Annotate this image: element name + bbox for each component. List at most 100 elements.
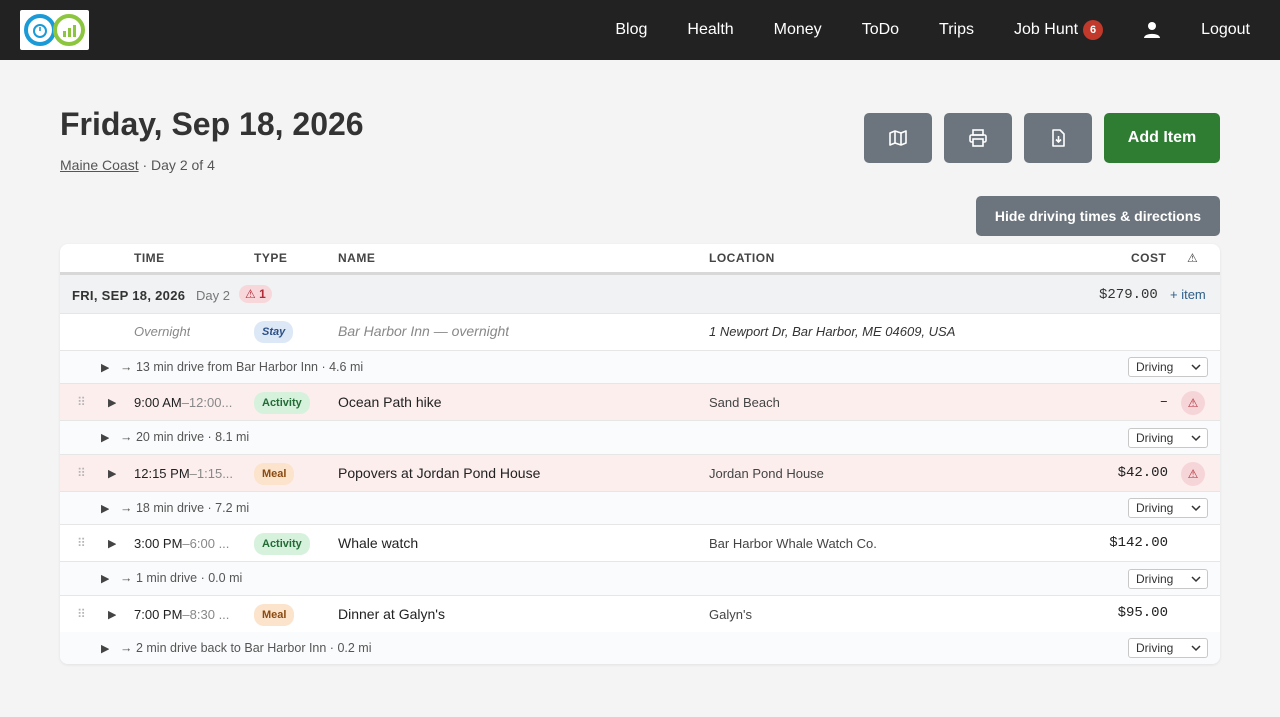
- itinerary-item-row[interactable]: ⠿ ▶ 9:00 AM–12:00... Activity Ocean Path…: [60, 384, 1220, 421]
- itinerary-item-row[interactable]: ⠿ ▶ 3:00 PM–6:00 ... Activity Whale watc…: [60, 525, 1220, 562]
- page-title: Friday, Sep 18, 2026: [60, 106, 364, 142]
- col-warning: ⚠: [1187, 251, 1199, 265]
- drive-summary: → 2 min drive back to Bar Harbor Inn · 0…: [120, 641, 372, 655]
- drive-row: ▶ → 2 min drive back to Bar Harbor Inn ·…: [60, 632, 1220, 664]
- nav-job-hunt-label: Job Hunt: [1014, 21, 1079, 38]
- itinerary-item-row[interactable]: ⠿ ▶ 12:15 PM–1:15... Meal Popovers at Jo…: [60, 455, 1220, 492]
- col-cost: COST: [1131, 251, 1167, 265]
- col-location: LOCATION: [709, 251, 775, 265]
- expand-item-icon[interactable]: ▶: [108, 467, 116, 480]
- chevron-down-icon: [1191, 645, 1201, 652]
- drive-summary: → 13 min drive from Bar Harbor Inn · 4.6…: [120, 360, 364, 374]
- drive-summary: → 20 min drive · 8.1 mi: [120, 430, 250, 444]
- travel-mode-select[interactable]: Driving: [1128, 498, 1208, 518]
- expand-directions-icon[interactable]: ▶: [101, 431, 109, 444]
- expand-directions-icon[interactable]: ▶: [101, 361, 109, 374]
- job-hunt-count-badge: 6: [1083, 20, 1104, 40]
- overnight-name: Bar Harbor Inn — overnight: [338, 323, 510, 339]
- nav-todo[interactable]: ToDo: [862, 21, 899, 39]
- travel-mode-value: Driving: [1136, 431, 1174, 445]
- itinerary-item-row[interactable]: ⠿ ▶ 7:00 PM–8:30 ... Meal Dinner at Galy…: [60, 596, 1220, 632]
- map-icon: [889, 130, 907, 146]
- drag-handle-icon[interactable]: ⠿: [77, 395, 85, 409]
- overnight-row: Overnight Stay Bar Harbor Inn — overnigh…: [60, 314, 1220, 351]
- nav-money[interactable]: Money: [774, 21, 822, 39]
- item-cost: $95.00: [1117, 605, 1168, 621]
- app-logo[interactable]: [20, 10, 89, 50]
- drag-handle-icon[interactable]: ⠿: [77, 607, 85, 621]
- file-download-icon: [1052, 129, 1065, 147]
- drag-handle-icon[interactable]: ⠿: [77, 466, 85, 480]
- item-location: Jordan Pond House: [709, 466, 824, 481]
- day-row: FRI, SEP 18, 2026 Day 2 ⚠ 1 $279.00 + it…: [60, 275, 1220, 314]
- export-button[interactable]: [1024, 113, 1092, 163]
- item-name[interactable]: Whale watch: [338, 535, 418, 551]
- day-of-trip: · Day 2 of 4: [138, 157, 215, 173]
- add-item-button[interactable]: Add Item: [1104, 113, 1220, 163]
- item-cost: $142.00: [1109, 535, 1168, 551]
- drive-row: ▶ → 13 min drive from Bar Harbor Inn · 4…: [60, 351, 1220, 384]
- day-number: Day 2: [196, 288, 230, 303]
- col-name: NAME: [338, 251, 376, 265]
- breadcrumb: Maine Coast · Day 2 of 4: [60, 157, 215, 173]
- expand-directions-icon[interactable]: ▶: [101, 572, 109, 585]
- table-header: TIME TYPE NAME LOCATION COST ⚠: [60, 244, 1220, 275]
- drag-handle-icon[interactable]: ⠿: [77, 536, 85, 550]
- nav-logout[interactable]: Logout: [1201, 21, 1250, 39]
- travel-mode-select[interactable]: Driving: [1128, 569, 1208, 589]
- type-badge-activity: Activity: [254, 392, 310, 414]
- drive-row: ▶ → 20 min drive · 8.1 mi Driving: [60, 421, 1220, 455]
- travel-mode-value: Driving: [1136, 501, 1174, 515]
- expand-item-icon[interactable]: ▶: [108, 396, 116, 409]
- drive-summary: → 1 min drive · 0.0 mi: [120, 571, 243, 585]
- overnight-location: 1 Newport Dr, Bar Harbor, ME 04609, USA: [709, 324, 956, 339]
- warning-icon[interactable]: ⚠: [1181, 391, 1205, 415]
- type-badge-meal: Meal: [254, 604, 295, 626]
- nav-job-hunt[interactable]: Job Hunt 6: [1014, 20, 1104, 40]
- day-total-cost: $279.00: [1099, 287, 1158, 303]
- item-name[interactable]: Popovers at Jordan Pond House: [338, 465, 540, 481]
- type-badge-meal: Meal: [254, 463, 295, 485]
- warning-icon[interactable]: ⚠: [1181, 462, 1205, 486]
- drive-row: ▶ → 18 min drive · 7.2 mi Driving: [60, 492, 1220, 525]
- trip-link[interactable]: Maine Coast: [60, 157, 139, 173]
- col-time: TIME: [134, 251, 165, 265]
- expand-item-icon[interactable]: ▶: [108, 537, 116, 550]
- item-name[interactable]: Dinner at Galyn's: [338, 606, 445, 622]
- day-warning-badge[interactable]: ⚠ 1: [239, 285, 272, 303]
- user-profile-icon[interactable]: [1143, 21, 1161, 39]
- drive-summary: → 18 min drive · 7.2 mi: [120, 501, 250, 515]
- item-time: 9:00 AM–12:00...: [134, 395, 233, 410]
- hide-driving-button[interactable]: Hide driving times & directions: [976, 196, 1220, 236]
- expand-directions-icon[interactable]: ▶: [101, 502, 109, 515]
- overnight-time: Overnight: [134, 324, 191, 339]
- logo-icon: [24, 14, 85, 46]
- add-item-link[interactable]: + item: [1170, 287, 1206, 302]
- expand-item-icon[interactable]: ▶: [108, 608, 116, 621]
- navbar: Blog Health Money ToDo Trips Job Hunt 6 …: [0, 0, 1280, 60]
- nav-health[interactable]: Health: [687, 21, 733, 39]
- chevron-down-icon: [1191, 364, 1201, 371]
- item-time: 12:15 PM–1:15...: [134, 466, 234, 481]
- item-cost: $42.00: [1117, 465, 1168, 481]
- travel-mode-value: Driving: [1136, 360, 1174, 374]
- chevron-down-icon: [1191, 435, 1201, 442]
- chevron-down-icon: [1191, 576, 1201, 583]
- item-cost: –: [1159, 394, 1168, 410]
- travel-mode-select[interactable]: Driving: [1128, 357, 1208, 377]
- item-time: 3:00 PM–6:00 ...: [134, 536, 230, 551]
- chevron-down-icon: [1191, 505, 1201, 512]
- item-name[interactable]: Ocean Path hike: [338, 394, 442, 410]
- col-type: TYPE: [254, 251, 288, 265]
- travel-mode-select[interactable]: Driving: [1128, 428, 1208, 448]
- map-button[interactable]: [864, 113, 932, 163]
- expand-directions-icon[interactable]: ▶: [101, 642, 109, 655]
- print-button[interactable]: [944, 113, 1012, 163]
- travel-mode-select[interactable]: Driving: [1128, 638, 1208, 658]
- item-location: Sand Beach: [709, 395, 780, 410]
- item-location: Bar Harbor Whale Watch Co.: [709, 536, 877, 551]
- travel-mode-value: Driving: [1136, 641, 1174, 655]
- nav-blog[interactable]: Blog: [615, 21, 647, 39]
- nav-trips[interactable]: Trips: [939, 21, 974, 39]
- item-location: Galyn's: [709, 607, 752, 622]
